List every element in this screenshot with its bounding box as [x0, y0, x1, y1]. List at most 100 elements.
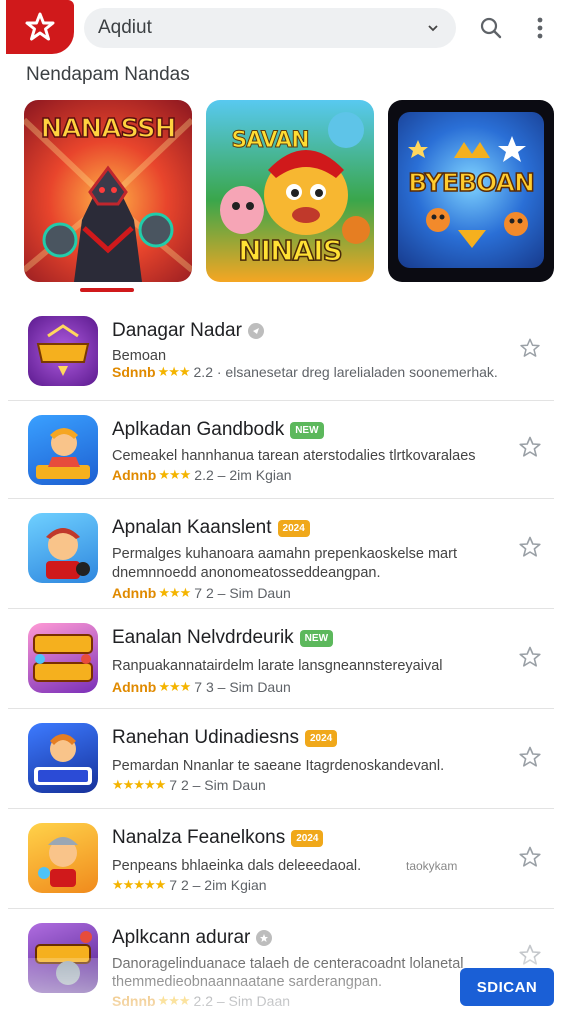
app-meta: ★★★★★ 7 2 – Sim Daun [112, 777, 266, 793]
favorite-button[interactable] [516, 941, 544, 969]
app-title: Apnalan Kaanslent 2024 [112, 517, 310, 539]
section-title: Nendapam Nandas [26, 64, 190, 85]
app-title-text: Aplkcann adurar [112, 927, 251, 948]
rating-label: Adnnb [112, 585, 157, 601]
app-title: Ranehan Udinadiesns 2024 [112, 727, 338, 749]
favorite-button[interactable] [516, 643, 544, 671]
app-icon [28, 623, 98, 693]
star-outline-icon [520, 338, 540, 357]
favorite-button[interactable] [516, 334, 544, 362]
list-item[interactable]: Ranehan Udinadiesns 2024 Pemardan Nnanla… [8, 709, 554, 809]
list-item[interactable]: Eanalan Nelvdrdeurik NEW Ranpuakannatair… [8, 609, 554, 709]
search-button[interactable] [477, 14, 505, 42]
app-meta: Sdnnb ★★★ 2.2 · elsanesetar dreg larelia… [112, 364, 498, 380]
app-description: Permalges kuhanoara aamahn prepenkaoskel… [112, 546, 457, 562]
app-meta: Adnnb ★★★ 7 3 – Sim Daun [112, 679, 291, 695]
app-icon [28, 316, 98, 386]
more-options-button[interactable] [526, 14, 554, 42]
rating-label: Adnnb [112, 679, 157, 695]
app-title: Aplkadan Gandbodk NEW [112, 419, 324, 441]
featured-card[interactable]: SAVAN NINAIS [206, 100, 374, 282]
rating-stars-icon: ★★★ [158, 585, 191, 600]
app-meta-text: 2.2 – Sim Daan [193, 993, 291, 1009]
app-meta-text: 7 2 – 2im Kgian [169, 877, 267, 893]
primary-action-button[interactable]: SDICAN [460, 968, 554, 1006]
app-title: Danagar Nadar [112, 320, 264, 342]
search-bar[interactable]: Aqdiut [84, 8, 456, 48]
app-title-text: Apnalan Kaanslent [112, 517, 272, 538]
app-description: Cemeakel hannhanua tarean aterstodalies … [112, 448, 476, 464]
featured-card-subtitle: NINAIS [237, 233, 343, 268]
app-title: Nanalza Feanelkons 2024 [112, 827, 324, 849]
app-title: Eanalan Nelvdrdeurik NEW [112, 627, 334, 649]
list-item[interactable]: Aplkadan Gandbodk NEW Cemeakel hannhanua… [8, 401, 554, 499]
list-item[interactable]: Aplkcann adurar Danoragelinduanace talae… [8, 909, 554, 1024]
app-description: Penpeans bhlaeinka dals deleeedaoal. [112, 858, 362, 874]
favorite-button[interactable] [516, 843, 544, 871]
app-icon [28, 415, 98, 485]
list-item[interactable]: Danagar Nadar Bemoan Sdnnb ★★★ 2.2 · els… [8, 306, 554, 401]
year-badge: 2024 [304, 729, 338, 747]
rating-label: Sdnnb [112, 993, 156, 1009]
app-meta: Adnnb ★★★ 2.2 – 2im Kgian [112, 467, 292, 483]
featured-carousel: NANASSH SAVAN NINAIS BYEBOAN [0, 100, 576, 284]
app-logo-icon [25, 12, 55, 41]
app-icon [28, 823, 98, 893]
year-badge: 2024 [277, 519, 310, 537]
app-title-text: Aplkadan Gandbodk [112, 419, 285, 440]
list-item[interactable]: Apnalan Kaanslent 2024 Permalges kuhanoa… [8, 499, 554, 609]
app-meta-text: 2.2 · elsanesetar dreg larelialaden soon… [193, 364, 498, 380]
featured-card[interactable]: BYEBOAN [388, 100, 554, 282]
list-item[interactable]: Nanalza Feanelkons 2024 Penpeans bhlaein… [8, 809, 554, 909]
star-outline-icon [519, 436, 541, 457]
search-input[interactable]: Aqdiut [98, 17, 426, 39]
star-outline-icon [519, 846, 541, 867]
app-icon [28, 513, 98, 583]
rating-stars-icon: ★★★ [157, 364, 191, 379]
rating-stars-icon: ★★★ [158, 467, 191, 482]
app-meta-text: 2.2 – 2im Kgian [194, 467, 292, 483]
rating-stars-icon: ★★★ [158, 679, 191, 694]
info-badge-icon [256, 930, 273, 946]
year-badge: 2024 [291, 829, 324, 847]
rating-stars-icon: ★★★ [157, 993, 191, 1008]
app-description-line2: themmedieobnaannaatane sarderangpan. [112, 974, 383, 990]
app-title-text: Ranehan Udinadiesns [112, 727, 299, 748]
rating-stars-icon: ★★★★★ [112, 777, 166, 792]
star-outline-icon [519, 746, 541, 767]
chevron-down-icon[interactable] [426, 21, 440, 35]
featured-card-title: BYEBOAN [407, 167, 535, 198]
rating-stars-icon: ★★★★★ [112, 877, 166, 892]
featured-card-title: SAVAN [231, 128, 310, 154]
featured-card[interactable]: NANASSH [24, 100, 192, 282]
search-icon [480, 17, 502, 39]
star-outline-icon [519, 646, 541, 667]
app-extra-label: taokykam [406, 859, 458, 873]
app-meta-text: 7 3 – Sim Daun [194, 679, 291, 695]
app-title-text: Eanalan Nelvdrdeurik [112, 627, 294, 648]
app-description: Ranpuakannatairdelm larate lansgneannste… [112, 658, 443, 674]
app-title-text: Nanalza Feanelkons [112, 827, 286, 848]
star-outline-icon [519, 944, 541, 965]
app-title: Aplkcann adurar [112, 927, 273, 949]
app-icon [28, 923, 98, 993]
new-badge: NEW [290, 421, 324, 439]
star-outline-icon [519, 536, 541, 557]
favorite-button[interactable] [516, 433, 544, 461]
carousel-indicator [80, 288, 134, 292]
app-description: Pemardan Nnanlar te saeane Itagrdenoskan… [112, 758, 445, 774]
app-meta-text: 7 2 – Sim Daun [169, 777, 266, 793]
app-meta-text: 7 2 – Sim Daun [194, 585, 291, 601]
favorite-button[interactable] [516, 743, 544, 771]
app-description: Danoragelinduanace talaeh de centeracoad… [112, 956, 464, 972]
info-badge-icon [247, 323, 264, 339]
new-badge: NEW [299, 629, 334, 647]
rating-label: Sdnnb [112, 364, 156, 380]
app-logo[interactable] [6, 0, 74, 54]
top-app-bar: Aqdiut [0, 0, 576, 56]
more-vert-icon [537, 17, 543, 39]
app-meta: Adnnb ★★★ 7 2 – Sim Daun [112, 585, 291, 601]
app-meta: Sdnnb ★★★ 2.2 – Sim Daan [112, 993, 290, 1009]
rating-label: Adnnb [112, 467, 157, 483]
favorite-button[interactable] [516, 533, 544, 561]
